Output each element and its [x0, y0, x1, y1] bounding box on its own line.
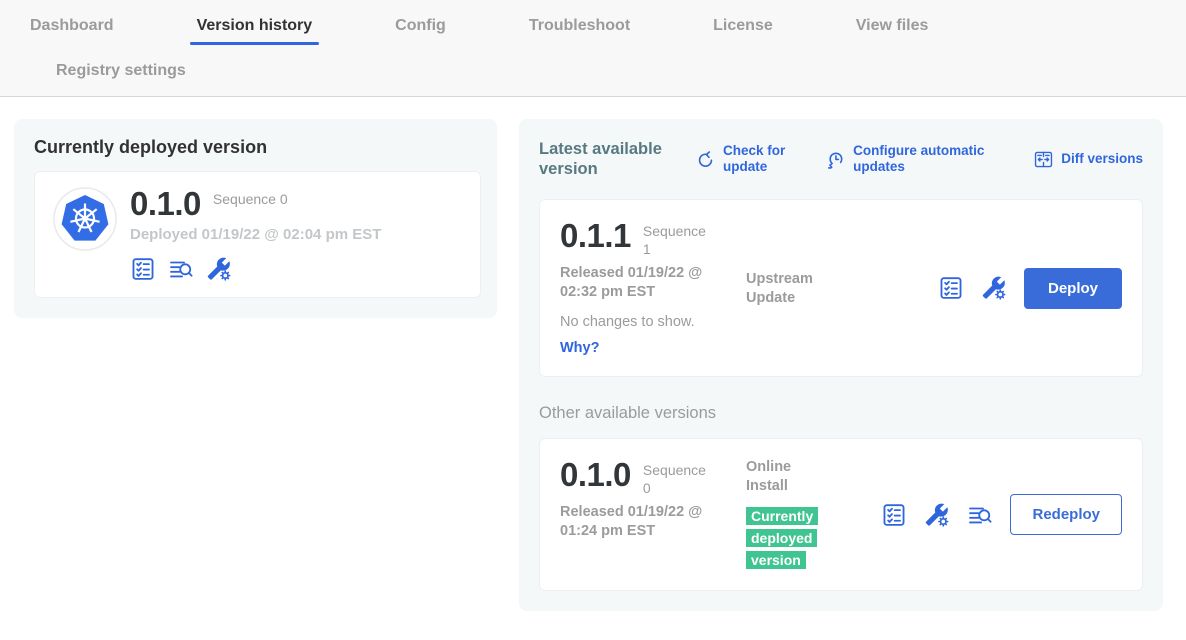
version-actions: Check for update Configure automatic upd… [695, 143, 1143, 175]
latest-version-actions: Deploy [938, 268, 1122, 309]
latest-version-card: 0.1.1 Sequence 1 Released 01/19/22 @ 02:… [539, 199, 1143, 377]
preflight-checks-icon[interactable] [938, 275, 964, 301]
preflight-checks-icon[interactable] [881, 502, 907, 528]
config-icon[interactable] [981, 275, 1007, 301]
nav-row-2: Registry settings [24, 47, 1186, 92]
check-for-update-link[interactable]: Check for update [695, 143, 793, 175]
check-update-icon [695, 149, 716, 170]
latest-version-details: 0.1.1 Sequence 1 Released 01/19/22 @ 02:… [560, 219, 746, 357]
tab-registry-settings[interactable]: Registry settings [50, 60, 192, 92]
check-for-update-label: Check for update [723, 143, 793, 175]
config-icon[interactable] [924, 502, 950, 528]
release-notes-icon[interactable] [168, 256, 194, 282]
tab-dashboard[interactable]: Dashboard [24, 15, 120, 47]
configure-automatic-updates-label: Configure automatic updates [853, 143, 1001, 175]
deployed-sequence-label: Sequence 0 [213, 187, 288, 208]
other-version-actions: Redeploy [881, 494, 1122, 535]
top-navigation: Dashboard Version history Config Trouble… [0, 0, 1186, 97]
other-sequence-label: Sequence 0 [643, 458, 713, 497]
diff-icon [1033, 149, 1054, 170]
diff-versions-link[interactable]: Diff versions [1033, 149, 1143, 170]
latest-version-header: Latest available version Check for updat… [539, 139, 1143, 179]
automatic-updates-icon [825, 149, 846, 170]
other-version-card: 0.1.0 Sequence 0 Released 01/19/22 @ 01:… [539, 438, 1143, 591]
latest-released-timestamp: Released 01/19/22 @ 02:32 pm EST [560, 264, 732, 302]
config-icon[interactable] [206, 256, 232, 282]
preflight-checks-icon[interactable] [130, 256, 156, 282]
currently-deployed-panel: Currently deployed version [14, 119, 497, 318]
deploy-button[interactable]: Deploy [1024, 268, 1122, 309]
deployed-version-card: 0.1.0 Sequence 0 Deployed 01/19/22 @ 02:… [34, 171, 481, 298]
release-notes-icon[interactable] [967, 502, 993, 528]
other-version-details: 0.1.0 Sequence 0 Released 01/19/22 @ 01:… [560, 458, 746, 571]
tab-config[interactable]: Config [389, 15, 452, 47]
tab-version-history[interactable]: Version history [191, 15, 319, 47]
other-version-number: 0.1.0 [560, 458, 631, 492]
deployed-version-details: 0.1.0 Sequence 0 Deployed 01/19/22 @ 02:… [130, 187, 381, 282]
diff-versions-label: Diff versions [1061, 151, 1143, 167]
other-released-timestamp: Released 01/19/22 @ 01:24 pm EST [560, 503, 732, 541]
latest-version-number: 0.1.1 [560, 219, 631, 253]
currently-deployed-badge: Currently deployed version [746, 507, 818, 569]
tab-view-files[interactable]: View files [850, 15, 935, 47]
why-link[interactable]: Why? [560, 340, 746, 356]
tab-license[interactable]: License [707, 15, 779, 47]
no-changes-note: No changes to show. [560, 314, 746, 330]
tab-troubleshoot[interactable]: Troubleshoot [523, 15, 636, 47]
nav-row-1: Dashboard Version history Config Trouble… [24, 15, 1186, 47]
latest-version-source: Upstream Update [746, 270, 872, 357]
deployed-timestamp: Deployed 01/19/22 @ 02:04 pm EST [130, 226, 381, 243]
redeploy-button[interactable]: Redeploy [1010, 494, 1122, 535]
kubernetes-logo-icon [53, 187, 117, 251]
other-version-source: Online Install Currently deployed versio… [746, 458, 872, 571]
available-versions-panel: Latest available version Check for updat… [519, 119, 1163, 611]
currently-deployed-title: Currently deployed version [34, 137, 481, 158]
latest-sequence-label: Sequence 1 [643, 219, 713, 258]
deployed-version-number: 0.1.0 [130, 187, 201, 221]
configure-automatic-updates-link[interactable]: Configure automatic updates [825, 143, 1001, 175]
other-versions-heading: Other available versions [539, 404, 1143, 423]
latest-available-heading: Latest available version [539, 139, 681, 179]
